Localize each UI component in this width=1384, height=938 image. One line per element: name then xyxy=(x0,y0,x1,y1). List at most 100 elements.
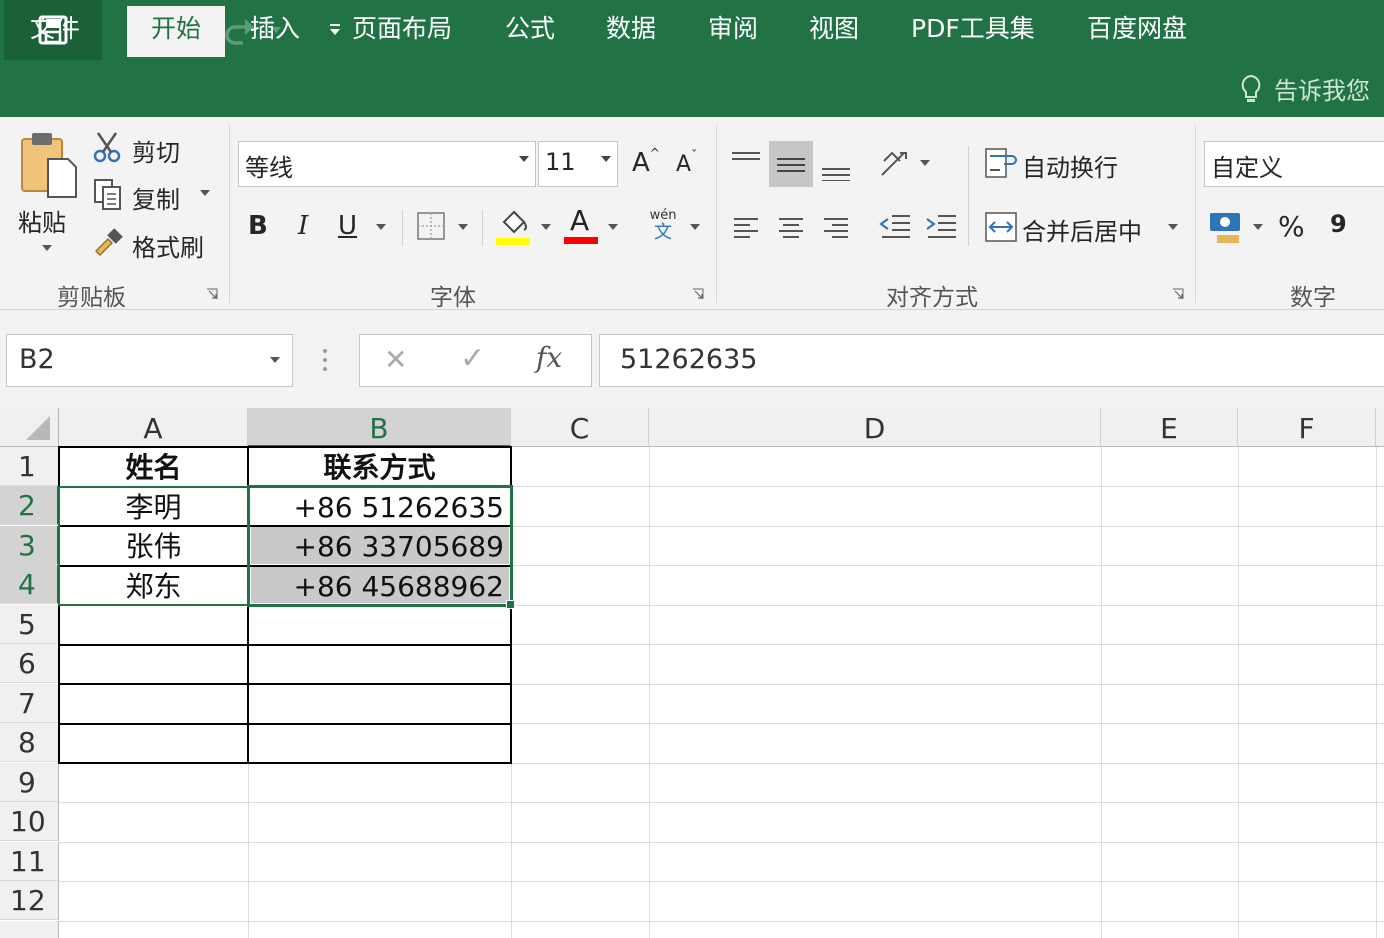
table-border xyxy=(58,723,512,725)
scissors-icon[interactable] xyxy=(92,130,124,164)
chevron-down-icon[interactable] xyxy=(920,160,930,166)
phonetic-guide-button[interactable]: wén 文 xyxy=(646,208,680,244)
fill-handle[interactable] xyxy=(506,600,515,609)
row-header[interactable] xyxy=(0,921,59,938)
format-painter-icon[interactable] xyxy=(92,225,124,259)
dialog-launcher-icon[interactable] xyxy=(1172,288,1184,300)
decrease-font-size-button[interactable]: Aˇ xyxy=(676,148,697,177)
cell-a2[interactable]: 李明 xyxy=(60,488,247,527)
row-header[interactable]: 9 xyxy=(0,763,59,802)
column-header-d[interactable]: D xyxy=(649,408,1101,447)
chevron-down-icon[interactable] xyxy=(1253,224,1263,230)
row-header[interactable]: 12 xyxy=(0,881,59,920)
chevron-down-icon[interactable] xyxy=(42,245,52,251)
cell-a4[interactable]: 郑东 xyxy=(60,567,247,606)
borders-icon[interactable] xyxy=(414,209,448,243)
orientation-icon[interactable] xyxy=(876,144,916,184)
font-size-value: 11 xyxy=(545,148,576,176)
tab-view[interactable]: 视图 xyxy=(809,0,859,57)
comma-style-button[interactable]: 9 xyxy=(1330,210,1347,238)
column-header-g[interactable] xyxy=(1376,408,1384,447)
chevron-down-icon[interactable] xyxy=(200,190,210,196)
font-name-combo[interactable]: 等线 xyxy=(238,141,536,187)
paste-button[interactable] xyxy=(14,128,84,204)
decrease-indent-icon[interactable] xyxy=(876,208,914,244)
cell-a1[interactable]: 姓名 xyxy=(60,448,247,487)
chevron-down-icon[interactable] xyxy=(690,224,700,230)
select-all-corner[interactable] xyxy=(0,408,59,447)
wrap-text-icon[interactable] xyxy=(982,145,1020,183)
align-right-icon[interactable] xyxy=(818,210,854,244)
caret-down-icon: ˇ xyxy=(691,148,698,162)
tab-pdf-tools[interactable]: PDF工具集 xyxy=(911,0,1035,57)
formula-input[interactable]: 51262635 xyxy=(599,334,1384,387)
row-header[interactable]: 8 xyxy=(0,723,59,762)
dialog-launcher-icon[interactable] xyxy=(206,288,218,300)
tab-insert[interactable]: 插入 xyxy=(250,0,300,57)
insert-function-button[interactable]: fx xyxy=(536,341,562,374)
copy-icon[interactable] xyxy=(92,177,124,211)
number-format-combo[interactable]: 自定义 xyxy=(1204,141,1384,187)
paste-label[interactable]: 粘贴 xyxy=(18,203,66,238)
column-header-f[interactable]: F xyxy=(1238,408,1376,447)
chevron-down-icon[interactable] xyxy=(608,224,618,230)
chevron-down-icon[interactable] xyxy=(458,224,468,230)
fill-color-button[interactable] xyxy=(494,206,534,246)
column-header-c[interactable]: C xyxy=(511,408,649,447)
tell-me-search[interactable]: 告诉我您 xyxy=(1238,60,1370,117)
chevron-down-icon[interactable] xyxy=(1168,224,1178,230)
align-middle-icon[interactable] xyxy=(769,141,813,187)
row-header[interactable]: 3 xyxy=(0,526,59,565)
row-header[interactable]: 6 xyxy=(0,644,59,683)
column-header-e[interactable]: E xyxy=(1101,408,1238,447)
cell-b1[interactable]: 联系方式 xyxy=(249,448,510,487)
cut-label[interactable]: 剪切 xyxy=(132,133,180,168)
tab-file[interactable]: 文件 xyxy=(30,0,80,57)
percent-style-button[interactable]: % xyxy=(1278,210,1305,243)
increase-font-size-button[interactable]: A^ xyxy=(632,146,660,178)
tab-baidu-netdisk[interactable]: 百度网盘 xyxy=(1087,0,1187,57)
tab-formulas[interactable]: 公式 xyxy=(505,0,555,57)
column-header-b[interactable]: B xyxy=(248,408,511,447)
worksheet-grid[interactable]: A B C D E F 1 2 3 4 5 6 7 8 9 10 11 12 姓… xyxy=(0,408,1384,938)
tell-me-label: 告诉我您 xyxy=(1274,77,1370,105)
bold-button[interactable]: B xyxy=(248,211,268,241)
underline-button[interactable]: U xyxy=(338,211,357,241)
row-header[interactable]: 1 xyxy=(0,447,59,486)
font-size-combo[interactable]: 11 xyxy=(538,141,618,187)
tab-home[interactable]: 开始 xyxy=(127,6,225,57)
gridline xyxy=(649,447,650,938)
align-top-icon[interactable] xyxy=(726,140,766,184)
increase-indent-icon[interactable] xyxy=(922,208,960,244)
tab-review[interactable]: 审阅 xyxy=(708,0,758,57)
align-center-icon[interactable] xyxy=(773,210,809,244)
cell-a3[interactable]: 张伟 xyxy=(60,527,247,566)
italic-button[interactable]: I xyxy=(298,211,308,241)
row-header[interactable]: 7 xyxy=(0,684,59,723)
row-header[interactable]: 10 xyxy=(0,802,59,841)
currency-icon[interactable] xyxy=(1206,208,1246,246)
name-box[interactable]: B2 xyxy=(6,334,293,387)
row-header[interactable]: 4 xyxy=(0,565,59,604)
formula-bar-grip-icon[interactable] xyxy=(323,349,327,371)
format-painter-label[interactable]: 格式刷 xyxy=(132,228,204,263)
wrap-text-label[interactable]: 自动换行 xyxy=(1022,148,1118,183)
merge-center-label[interactable]: 合并后居中 xyxy=(1022,212,1142,247)
dialog-launcher-icon[interactable] xyxy=(692,288,704,300)
column-header-a[interactable]: A xyxy=(59,408,248,447)
merge-center-icon[interactable] xyxy=(982,208,1020,246)
cancel-button[interactable]: ✕ xyxy=(384,343,407,376)
row-header[interactable]: 5 xyxy=(0,605,59,644)
tab-page-layout[interactable]: 页面布局 xyxy=(352,0,452,57)
copy-label[interactable]: 复制 xyxy=(132,180,180,215)
enter-button[interactable]: ✓ xyxy=(460,341,485,376)
tab-data[interactable]: 数据 xyxy=(606,0,656,57)
row-header[interactable]: 2 xyxy=(0,486,59,525)
chevron-down-icon[interactable] xyxy=(541,224,551,230)
chevron-down-icon[interactable] xyxy=(376,224,386,230)
customize-quick-access-button[interactable] xyxy=(318,0,352,60)
align-left-icon[interactable] xyxy=(728,210,764,244)
align-bottom-icon[interactable] xyxy=(816,144,856,188)
font-color-button[interactable]: A xyxy=(562,204,600,246)
row-header[interactable]: 11 xyxy=(0,842,59,881)
